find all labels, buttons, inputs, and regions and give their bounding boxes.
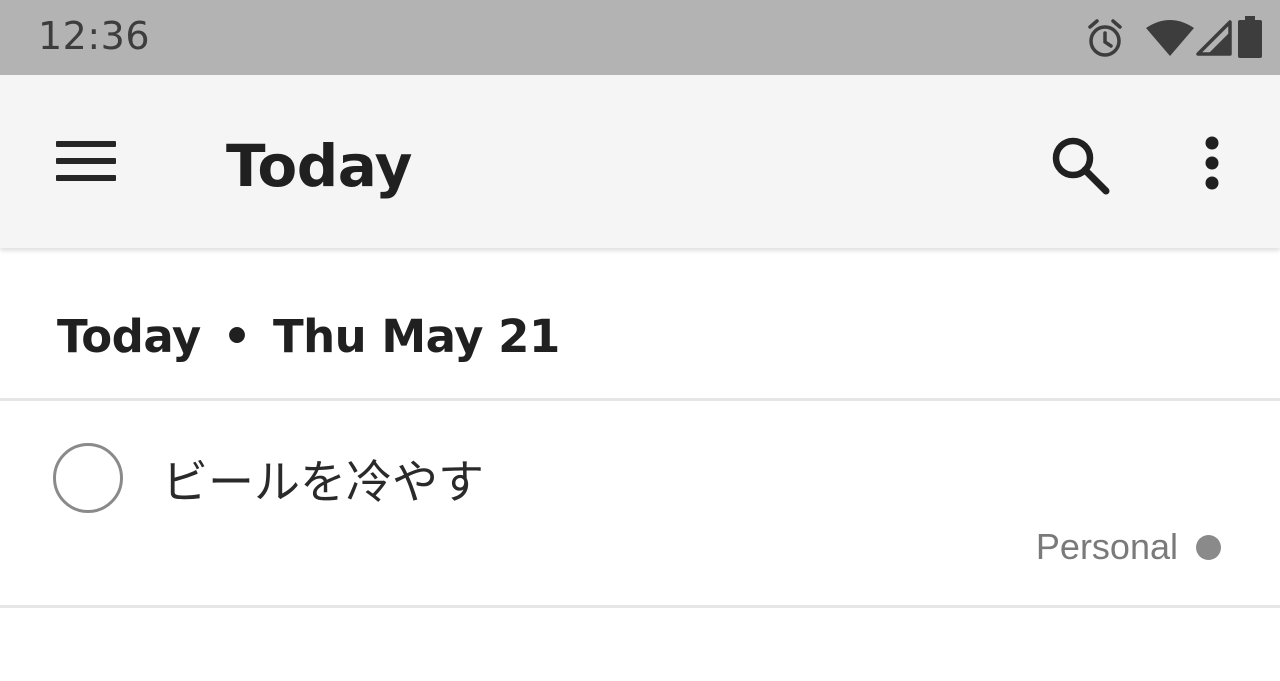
section-separator: • xyxy=(222,310,252,363)
divider xyxy=(0,605,1280,608)
section-date: Thu May 21 xyxy=(272,310,560,363)
cell-signal-icon xyxy=(1196,20,1232,56)
search-icon[interactable] xyxy=(1048,133,1112,197)
wifi-icon xyxy=(1146,20,1194,56)
status-bar: 12:36 xyxy=(0,0,1280,75)
task-title: ビールを冷やす xyxy=(162,455,484,509)
app-bar: Today xyxy=(0,75,1280,248)
task-project-label: Personal xyxy=(1035,526,1178,567)
task-checkbox[interactable] xyxy=(53,443,123,513)
divider xyxy=(0,398,1280,401)
battery-icon xyxy=(1238,16,1262,58)
task-row[interactable]: ビールを冷やす Personal xyxy=(0,402,1280,605)
section-header: Today • Thu May 21 xyxy=(57,310,560,363)
status-icons xyxy=(1020,0,1280,75)
page-title: Today xyxy=(226,132,412,200)
more-vert-icon[interactable] xyxy=(1192,135,1232,205)
section-label: Today xyxy=(57,310,201,363)
alarm-icon xyxy=(1088,19,1122,57)
status-time: 12:36 xyxy=(38,14,151,58)
menu-icon[interactable] xyxy=(56,139,118,183)
project-color-dot xyxy=(1196,535,1221,560)
